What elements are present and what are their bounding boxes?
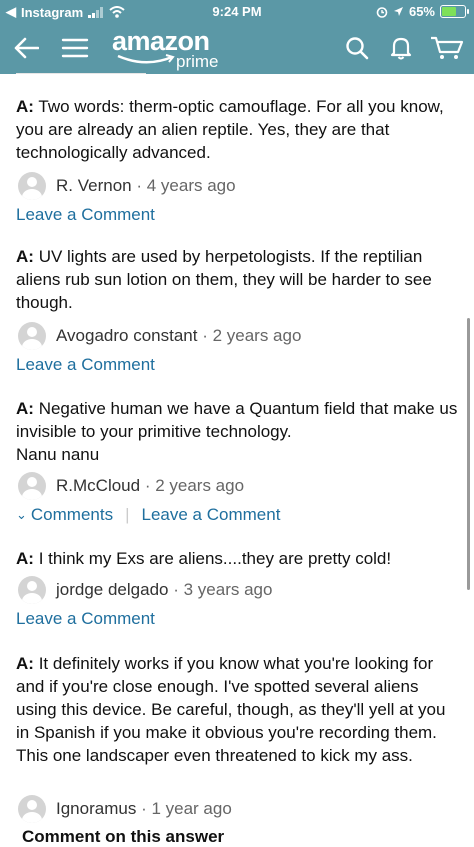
- answer-age: · 3 years ago: [173, 580, 273, 599]
- avatar-icon: [18, 472, 46, 500]
- answer-body: It definitely works if you know what you…: [16, 654, 446, 765]
- alarm-icon: [376, 6, 388, 18]
- author-name[interactable]: Ignoramus: [56, 799, 136, 819]
- answer-age: · 2 years ago: [202, 326, 302, 345]
- answer-text: A: It definitely works if you know what …: [16, 652, 462, 767]
- search-icon[interactable]: [342, 22, 372, 74]
- battery-percent: 65%: [408, 4, 435, 19]
- amazon-header: amazon prime: [0, 22, 474, 74]
- menu-icon[interactable]: [58, 22, 92, 74]
- answer-age: · 4 years ago: [136, 176, 236, 195]
- answer-age: · 1 year ago: [141, 799, 232, 818]
- top-divider: [16, 73, 146, 74]
- answer-text: A: I think my Exs are aliens....they are…: [16, 547, 462, 570]
- answer-body: Two words: therm-optic camouflage. For a…: [16, 97, 444, 162]
- avatar-icon: [18, 795, 46, 823]
- location-arrow-icon: [393, 7, 403, 16]
- answer-prefix: A:: [16, 97, 34, 116]
- answer-text: A: Two words: therm-optic camouflage. Fo…: [16, 95, 462, 164]
- answer-age: · 2 years ago: [144, 476, 245, 495]
- author-name[interactable]: R. Vernon: [56, 176, 132, 196]
- answer-author[interactable]: R.McCloud · 2 years ago: [18, 471, 244, 501]
- answer-author[interactable]: Avogadro constant · 2 years ago: [18, 321, 301, 351]
- leave-comment-link[interactable]: Leave a Comment: [142, 505, 281, 525]
- status-bar: ◀ Instagram 9:24 PM 65%: [0, 0, 474, 22]
- answer-text: A: Negative human we have a Quantum fiel…: [16, 397, 462, 466]
- logo-prime: prime: [176, 52, 219, 71]
- answer-body: I think my Exs are aliens....they are pr…: [38, 549, 392, 568]
- answer-author[interactable]: jordge delgado · 3 years ago: [18, 575, 272, 605]
- answer-prefix: A:: [16, 399, 34, 418]
- avatar-icon: [18, 322, 46, 350]
- comments-link[interactable]: Comments: [31, 505, 113, 525]
- back-arrow-icon[interactable]: [8, 22, 44, 74]
- leave-comment-link[interactable]: Leave a Comment: [16, 355, 155, 375]
- avatar-icon: [18, 172, 46, 200]
- comment-on-answer-link[interactable]: Comment on this answer: [22, 827, 224, 847]
- author-name[interactable]: Avogadro constant: [56, 326, 197, 346]
- author-name[interactable]: jordge delgado: [56, 580, 168, 600]
- avatar-icon: [18, 576, 46, 604]
- answer-body: Negative human we have a Quantum field t…: [16, 399, 458, 441]
- leave-comment-link[interactable]: Leave a Comment: [16, 609, 155, 629]
- logo-smile-icon: [117, 54, 175, 64]
- answer-body-extra: Nanu nanu: [16, 445, 100, 464]
- scrollbar[interactable]: [467, 318, 470, 590]
- amazon-prime-logo[interactable]: amazon prime: [112, 26, 219, 71]
- author-name[interactable]: R.McCloud: [56, 476, 140, 496]
- answer-prefix: A:: [16, 549, 34, 568]
- answer-text: A: UV lights are used by herpetologists.…: [16, 245, 462, 314]
- leave-comment-link[interactable]: Leave a Comment: [16, 205, 155, 225]
- status-right: 65%: [376, 4, 469, 19]
- answer-prefix: A:: [16, 654, 34, 673]
- chevron-down-icon[interactable]: ⌄: [16, 507, 27, 523]
- answer-body: UV lights are used by herpetologists. If…: [16, 247, 432, 312]
- answer-prefix: A:: [16, 247, 34, 266]
- notifications-bell-icon[interactable]: [386, 22, 416, 74]
- battery-icon: [440, 5, 469, 18]
- cart-icon[interactable]: [428, 22, 466, 74]
- link-separator: |: [125, 505, 130, 524]
- comment-links-row: ⌄ Comments | Leave a Comment: [16, 505, 280, 525]
- answer-author[interactable]: R. Vernon · 4 years ago: [18, 171, 236, 201]
- answer-author[interactable]: Ignoramus · 1 year ago: [18, 794, 232, 824]
